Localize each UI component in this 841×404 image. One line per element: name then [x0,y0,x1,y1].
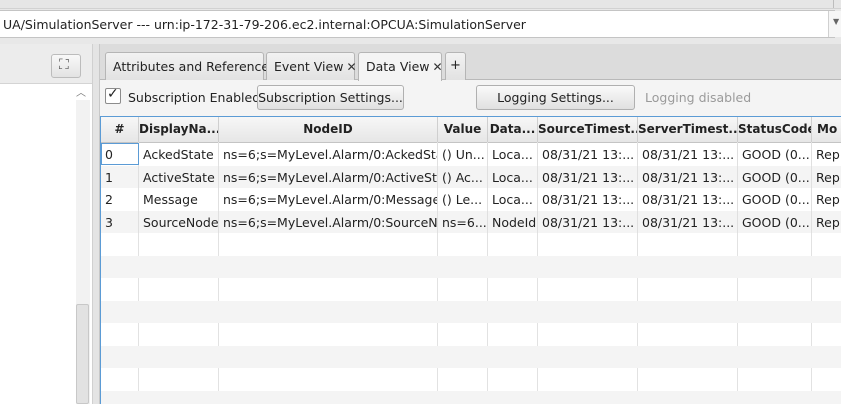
value-cell[interactable]: ns=6... [438,210,488,233]
server-timestamp-cell[interactable]: 08/31/21 13:... [638,143,738,165]
subscription-enabled-label: Subscription Enabled [128,90,261,105]
empty-row [101,300,841,323]
server-address-text: UA/SimulationServer --- urn:ip-172-31-79… [3,17,526,32]
display-name-cell[interactable]: AckedState [139,143,219,165]
server-timestamp-cell[interactable]: 08/31/21 13:... [638,165,738,188]
server-timestamp-cell[interactable]: 08/31/21 13:... [638,188,738,210]
address-dropdown-button[interactable]: ▼ [828,11,841,37]
maximize-icon: ⛶ [59,57,69,73]
top-strip [0,0,841,9]
maximize-button[interactable]: ⛶ [51,54,81,78]
mode-cell[interactable]: Rep [812,188,841,210]
tab-label: Data View [366,59,430,74]
top-separator [833,0,834,8]
col-mode-header[interactable]: Mo [812,117,841,142]
empty-row [101,390,841,404]
tab-event-view[interactable]: Event View ✕ [266,52,357,80]
data-type-cell[interactable]: Loca... [488,143,538,165]
table-row[interactable]: 0 AckedState ns=6;s=MyLevel.Alarm/0:AckedS… [101,143,841,165]
node-id-cell[interactable]: ns=6;s=MyLevel.Alarm/0:AckedState [219,143,438,165]
empty-row [101,278,841,300]
status-code-cell[interactable]: GOOD (0... [738,165,812,188]
logging-status-label: Logging disabled [645,90,752,105]
empty-row [101,233,841,255]
data-type-cell[interactable]: Loca... [488,165,538,188]
status-code-cell[interactable]: GOOD (0... [738,143,812,165]
col-data-type-header[interactable]: Data... [488,117,538,142]
node-id-cell[interactable]: ns=6;s=MyLevel.Alarm/0:ActiveState [219,165,438,188]
empty-row [101,255,841,278]
status-code-cell[interactable]: GOOD (0... [738,188,812,210]
display-name-cell[interactable]: Message [139,188,219,210]
chevron-down-icon: ▼ [833,17,840,26]
add-tab-button[interactable]: + [445,52,466,80]
index-cell[interactable]: 3 [101,210,139,233]
index-cell[interactable]: 2 [101,188,139,210]
node-id-cell[interactable]: ns=6;s=MyLevel.Alarm/0:Message [219,188,438,210]
mode-cell[interactable]: Rep [812,143,841,165]
empty-row [101,323,841,345]
col-index-header[interactable]: # [101,117,139,142]
chevron-up-icon: ︿ [76,88,86,99]
col-node-id-header[interactable]: NodeID [219,117,438,142]
value-cell[interactable]: () Le... [438,188,488,210]
split-pane-divider[interactable] [92,44,100,404]
left-panel-scroll-thumb[interactable] [76,304,89,404]
empty-row [101,345,841,368]
close-icon[interactable]: ✕ [432,60,442,74]
scroll-up-button[interactable]: ︿ [76,84,90,100]
source-timestamp-cell[interactable]: 08/31/21 13:... [538,210,638,233]
tab-label: Attributes and References [113,59,276,74]
col-source-timestamp-header[interactable]: SourceTimest... [538,117,638,142]
subscription-settings-button[interactable]: Subscription Settings... [257,85,404,110]
data-table[interactable]: # DisplayNa... NodeID Value Data... SourceTim… [100,116,841,404]
display-name-cell[interactable]: SourceNode [139,210,219,233]
source-timestamp-cell[interactable]: 08/31/21 13:... [538,188,638,210]
col-display-name-header[interactable]: DisplayNa... [139,117,219,142]
col-status-code-header[interactable]: StatusCode [738,117,812,142]
tab-label: Event View [274,59,344,74]
server-address-combobox[interactable]: UA/SimulationServer --- urn:ip-172-31-79… [0,10,841,38]
tab-attributes-and-references[interactable]: Attributes and References [105,52,276,80]
subscription-enabled-checkbox[interactable]: ✓ [105,86,121,104]
mode-cell[interactable]: Rep [812,166,841,188]
col-value-header[interactable]: Value [438,117,488,142]
close-icon[interactable]: ✕ [346,60,356,74]
index-cell[interactable]: 1 [101,165,139,188]
empty-row [101,368,841,390]
tab-data-view[interactable]: Data View ✕ [358,52,443,81]
node-id-cell[interactable]: ns=6;s=MyLevel.Alarm/0:SourceNo... [219,210,438,233]
data-type-cell[interactable]: NodeId [488,210,538,233]
logging-settings-button[interactable]: Logging Settings... [476,85,635,110]
value-cell[interactable]: () Un... [438,143,488,165]
server-timestamp-cell[interactable]: 08/31/21 13:... [638,210,738,233]
display-name-cell[interactable]: ActiveState [139,165,219,188]
table-row[interactable]: 1 ActiveState ns=6;s=MyLevel.Alarm/0:Activ… [101,165,841,188]
table-row[interactable]: 2 Message ns=6;s=MyLevel.Alarm/0:Message()… [101,188,841,210]
status-code-cell[interactable]: GOOD (0... [738,210,812,233]
source-timestamp-cell[interactable]: 08/31/21 13:... [538,165,638,188]
source-timestamp-cell[interactable]: 08/31/21 13:... [538,143,638,165]
data-type-cell[interactable]: Loca... [488,188,538,210]
check-icon: ✓ [107,86,119,102]
index-cell[interactable]: 0 [101,143,139,165]
table-row[interactable]: 3 SourceNode ns=6;s=MyLevel.Alarm/0:Source… [101,210,841,233]
table-header: # DisplayNa... NodeID Value Data... SourceTim… [101,117,841,143]
mode-cell[interactable]: Rep [812,211,841,233]
value-cell[interactable]: () Ac... [438,165,488,188]
plus-icon: + [450,58,461,73]
col-server-timestamp-header[interactable]: ServerTimest... [638,117,738,142]
